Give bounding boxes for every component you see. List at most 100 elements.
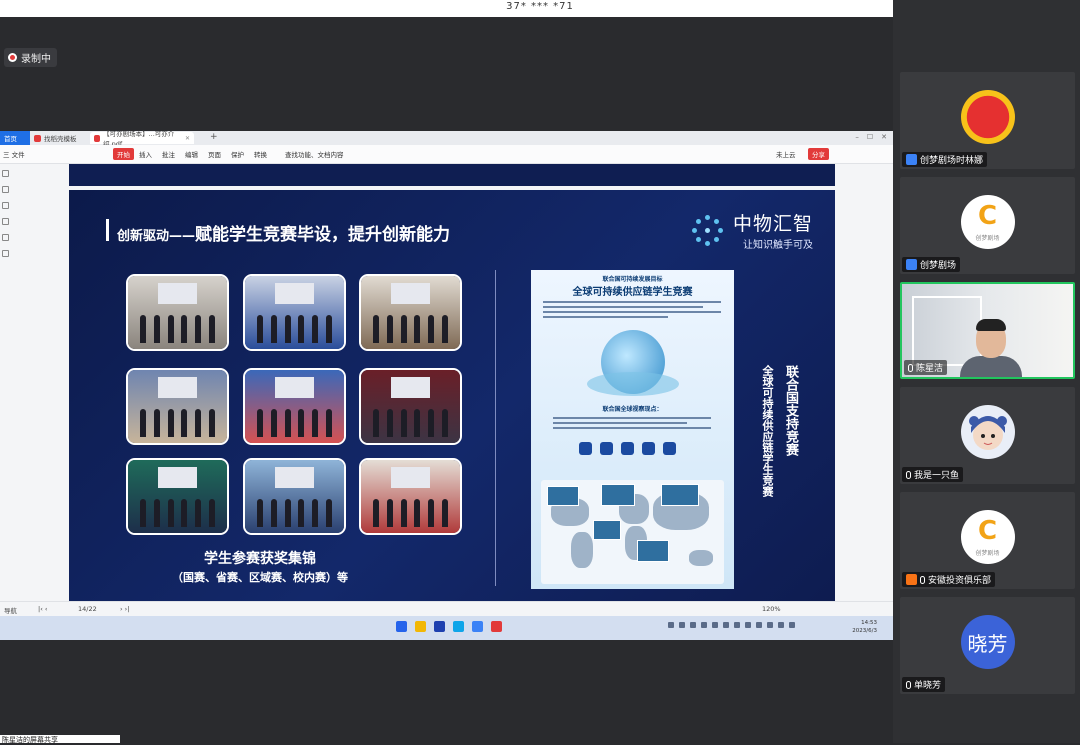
poster-subtitle: 联合国可持续发展目标 [602, 276, 663, 283]
close-window-icon[interactable]: ✕ [881, 133, 887, 141]
vertical-title: 全球可持续供应链学生竞赛 联合国支持竞赛 [759, 365, 835, 497]
menu-file[interactable]: 三 文件 [3, 149, 25, 159]
company-logo: 中物汇智 让知识触手可及 [691, 209, 813, 251]
organizer-logos [579, 442, 676, 455]
template-icon [34, 134, 41, 142]
participant-name: 创梦剧场时林娜 [920, 156, 984, 166]
logo-mark-icon [691, 213, 725, 247]
first-page-icon[interactable]: |‹ ‹ [38, 605, 47, 613]
app-icon[interactable] [434, 621, 445, 632]
avatar-logo-letter: C [977, 201, 998, 231]
clock-time: 14:53 [861, 620, 877, 626]
system-clock: 14:53 2023/6/3 [852, 619, 877, 635]
browser-tab-bar: 首页 找稻壳模板 【可亦剧场本】...可亦介绍.pdf ✕ + – ☐ ✕ [0, 130, 893, 148]
menu-insert[interactable]: 插入 [139, 149, 152, 159]
page-indicator[interactable]: 14/22 [78, 605, 97, 613]
window-controls: – ☐ ✕ [855, 133, 887, 141]
recording-label: 录制中 [21, 54, 51, 65]
participant-tile[interactable]: C 创梦剧场 安徽投资俱乐部 [900, 492, 1075, 589]
close-icon[interactable]: ✕ [185, 135, 190, 142]
award-photo [359, 368, 462, 445]
windows-taskbar: 14:53 2023/6/3 [0, 616, 893, 640]
tab-home[interactable]: 首页 [0, 131, 30, 145]
pdf-status-bar: 导航 |‹ ‹ 14/22 › ›| 120% [0, 601, 893, 617]
attachment-icon[interactable] [2, 218, 9, 225]
wps-icon[interactable] [491, 621, 502, 632]
participant-tile[interactable]: 晓芳 单晓芳 [900, 597, 1075, 694]
poster-body-text [543, 298, 721, 324]
tab-pdf[interactable]: 【可亦剧场本】...可亦介绍.pdf ✕ [90, 130, 194, 148]
menu-edit[interactable]: 编辑 [185, 149, 198, 159]
avatar-logo-letter: C [977, 516, 998, 546]
menu-protect[interactable]: 保护 [231, 149, 244, 159]
last-page-icon[interactable]: › ›| [120, 605, 129, 613]
nav-toggle[interactable]: 导航 [4, 605, 17, 615]
participant-label: 安徽投资俱乐部 [902, 572, 996, 587]
competition-poster: 联合国可持续发展目标 全球可持续供应链学生竞赛 联合国全球视察现点： [531, 270, 734, 589]
award-photo [243, 368, 346, 445]
award-photo [126, 368, 229, 445]
share-button[interactable]: 分享 [808, 148, 829, 160]
zoom-level[interactable]: 120% [762, 605, 781, 613]
slide-title: 创新驱动——赋能学生竞赛毕设，提升创新能力 [117, 220, 450, 245]
tab-home-label: 首页 [4, 135, 17, 143]
avatar-logo-text: 创梦剧场 [975, 550, 1000, 557]
participant-tile[interactable]: 创梦剧场时林娜 [900, 72, 1075, 169]
participant-tile-active-speaker[interactable]: 陈星洁 [900, 282, 1075, 379]
tab-templates[interactable]: 找稻壳模板 [30, 132, 88, 144]
menu-start[interactable]: 开始 [113, 148, 134, 160]
org-logo-icon [579, 442, 592, 455]
mic-muted-icon [906, 680, 911, 689]
participant-label: 创梦剧场 [902, 257, 961, 272]
award-photo [359, 458, 462, 535]
user-icon [906, 259, 917, 270]
host-icon [906, 574, 917, 585]
award-photo [243, 458, 346, 535]
document-view[interactable]: 创新驱动——赋能学生竞赛毕设，提升创新能力 中物汇智 让知识触手可及 学生参赛获… [12, 164, 893, 601]
participant-tile[interactable]: C 创梦剧场 创梦剧场 [900, 177, 1075, 274]
award-photo [359, 274, 462, 351]
cloud-status[interactable]: 未上云 [776, 149, 796, 159]
folder-icon[interactable] [415, 621, 426, 632]
awards-caption: 学生参赛获奖集锦 [204, 551, 316, 567]
menu-annotate[interactable]: 批注 [162, 149, 175, 159]
app-icon[interactable] [472, 621, 483, 632]
slide-divider [495, 270, 496, 586]
awards-subcaption: （国赛、省赛、区域赛、校内赛）等 [172, 571, 348, 584]
participant-name: 单晓芳 [914, 681, 942, 691]
participant-tile[interactable]: 我是一只鱼 [900, 387, 1075, 484]
world-map [541, 480, 724, 584]
participant-name: 安徽投资俱乐部 [928, 576, 992, 586]
award-photo [126, 458, 229, 535]
maximize-icon[interactable]: ☐ [867, 133, 873, 141]
shared-screen: 首页 找稻壳模板 【可亦剧场本】...可亦介绍.pdf ✕ + – ☐ ✕ 三 … [0, 130, 893, 640]
signature-icon[interactable] [2, 234, 9, 241]
screen-share-caption-text: 陈星洁的屏幕共享 [2, 736, 58, 744]
participant-name: 陈星洁 [916, 364, 944, 374]
new-tab-icon[interactable]: + [210, 132, 218, 142]
minimize-icon[interactable]: – [855, 133, 859, 141]
toolbar-search[interactable]: 查找功能、文档内容 [285, 149, 344, 159]
slide-title-main: 赋能学生竞赛毕设，提升创新能力 [195, 225, 451, 245]
vertical-title-secondary: 全球可持续供应链学生竞赛 [761, 365, 774, 497]
participant-name: 我是一只鱼 [914, 471, 960, 481]
thumbnail-icon[interactable] [2, 186, 9, 193]
pdf-toolbar: 三 文件 开始 插入 批注 编辑 页面 保护 转换 查找功能、文档内容 未上云 … [0, 145, 893, 164]
logo-tagline: 让知识触手可及 [743, 240, 814, 251]
menu-page[interactable]: 页面 [208, 149, 221, 159]
award-photo [126, 274, 229, 351]
slide-title-prefix: 创新驱动—— [117, 229, 196, 244]
comment-icon[interactable] [2, 202, 9, 209]
mic-icon [908, 363, 913, 372]
layers-icon[interactable] [2, 250, 9, 257]
screen-share-caption: 陈星洁的屏幕共享 [0, 735, 120, 744]
system-tray [668, 622, 795, 628]
menu-convert[interactable]: 转换 [254, 149, 267, 159]
app-icon[interactable] [453, 621, 464, 632]
start-icon[interactable] [396, 621, 407, 632]
recording-indicator[interactable]: 录制中 [4, 48, 57, 67]
org-logo-icon [621, 442, 634, 455]
bookmark-icon[interactable] [2, 170, 9, 177]
tab-templates-label: 找稻壳模板 [44, 135, 77, 143]
title-accent-bar [106, 219, 109, 241]
